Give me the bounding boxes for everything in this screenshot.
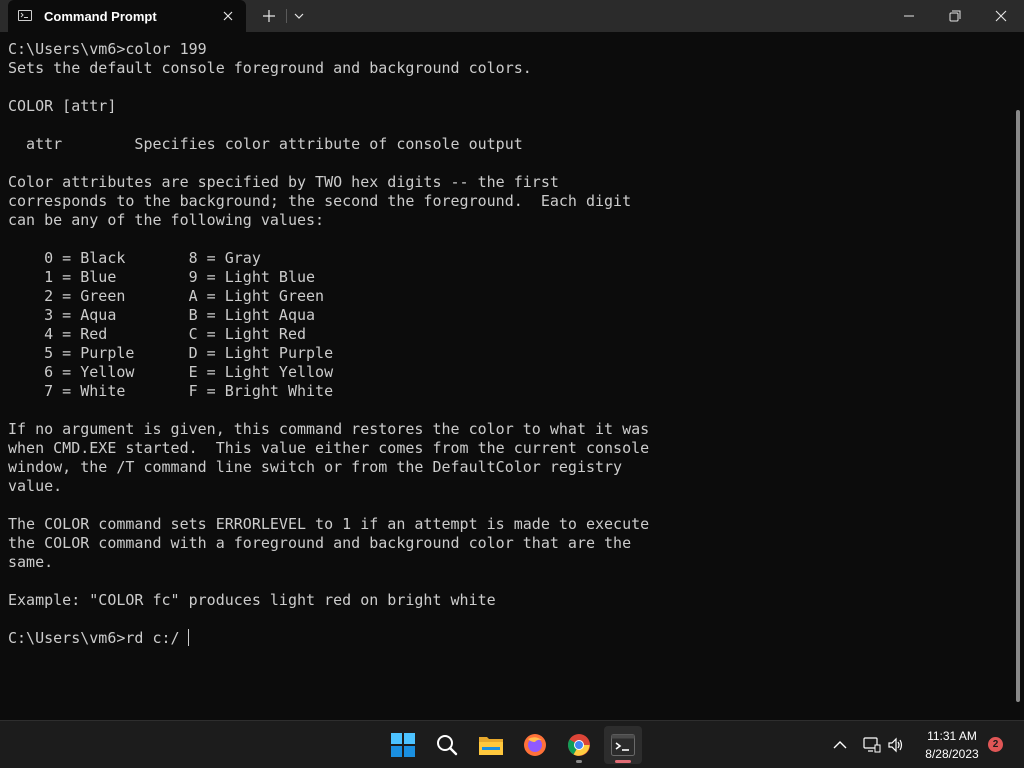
network-button[interactable] <box>862 735 882 755</box>
command-line[interactable]: C:\Users\vm6>rd c:/ <box>8 629 189 648</box>
tab-dropdown-button[interactable] <box>289 6 309 26</box>
cmd-icon <box>18 10 32 21</box>
maximize-button[interactable] <box>932 0 978 32</box>
search-button[interactable] <box>428 726 466 764</box>
network-icon <box>863 737 881 753</box>
tab-separator <box>286 9 287 23</box>
chevron-down-icon <box>294 13 304 19</box>
show-hidden-icons-button[interactable] <box>830 735 850 755</box>
console-output: C:\Users\vm6>color 199 Sets the default … <box>8 40 650 609</box>
maximize-icon <box>949 10 961 22</box>
search-icon <box>437 735 458 756</box>
start-button[interactable] <box>384 726 422 764</box>
taskbar: 11:31 AM 8/28/2023 2 <box>0 720 1024 768</box>
chrome-button[interactable] <box>560 726 598 764</box>
file-explorer-button[interactable] <box>472 726 510 764</box>
volume-icon <box>888 737 903 753</box>
console-area[interactable]: C:\Users\vm6>color 199 Sets the default … <box>0 32 1016 720</box>
volume-button[interactable] <box>886 735 906 755</box>
scrollbar[interactable] <box>1016 110 1020 702</box>
terminal-icon <box>611 734 635 756</box>
tab-command-prompt[interactable]: Command Prompt <box>8 0 246 32</box>
firefox-button[interactable] <box>516 726 554 764</box>
running-indicator <box>576 760 582 763</box>
minimize-button[interactable] <box>886 0 932 32</box>
close-window-button[interactable] <box>978 0 1024 32</box>
plus-icon <box>263 10 275 22</box>
clock-time[interactable]: 11:31 AM <box>912 729 992 743</box>
tab-title: Command Prompt <box>44 9 157 24</box>
clock-date[interactable]: 8/28/2023 <box>912 747 992 761</box>
active-indicator <box>615 760 631 763</box>
new-tab-button[interactable] <box>258 6 280 26</box>
firefox-icon <box>524 734 546 756</box>
command-input[interactable]: rd c:/ <box>125 629 179 647</box>
notification-badge[interactable]: 2 <box>988 737 1003 752</box>
chrome-icon <box>568 734 590 756</box>
tab-close-button[interactable] <box>218 6 238 26</box>
title-bar: Command Prompt <box>0 0 1024 32</box>
chevron-up-icon <box>833 741 847 749</box>
prompt: C:\Users\vm6> <box>8 629 126 647</box>
minimize-icon <box>904 15 914 17</box>
folder-icon <box>479 737 503 755</box>
close-icon <box>995 10 1007 22</box>
terminal-button[interactable] <box>604 726 642 764</box>
text-cursor <box>187 629 189 646</box>
close-icon <box>223 11 233 21</box>
windows-start-icon <box>391 733 415 757</box>
